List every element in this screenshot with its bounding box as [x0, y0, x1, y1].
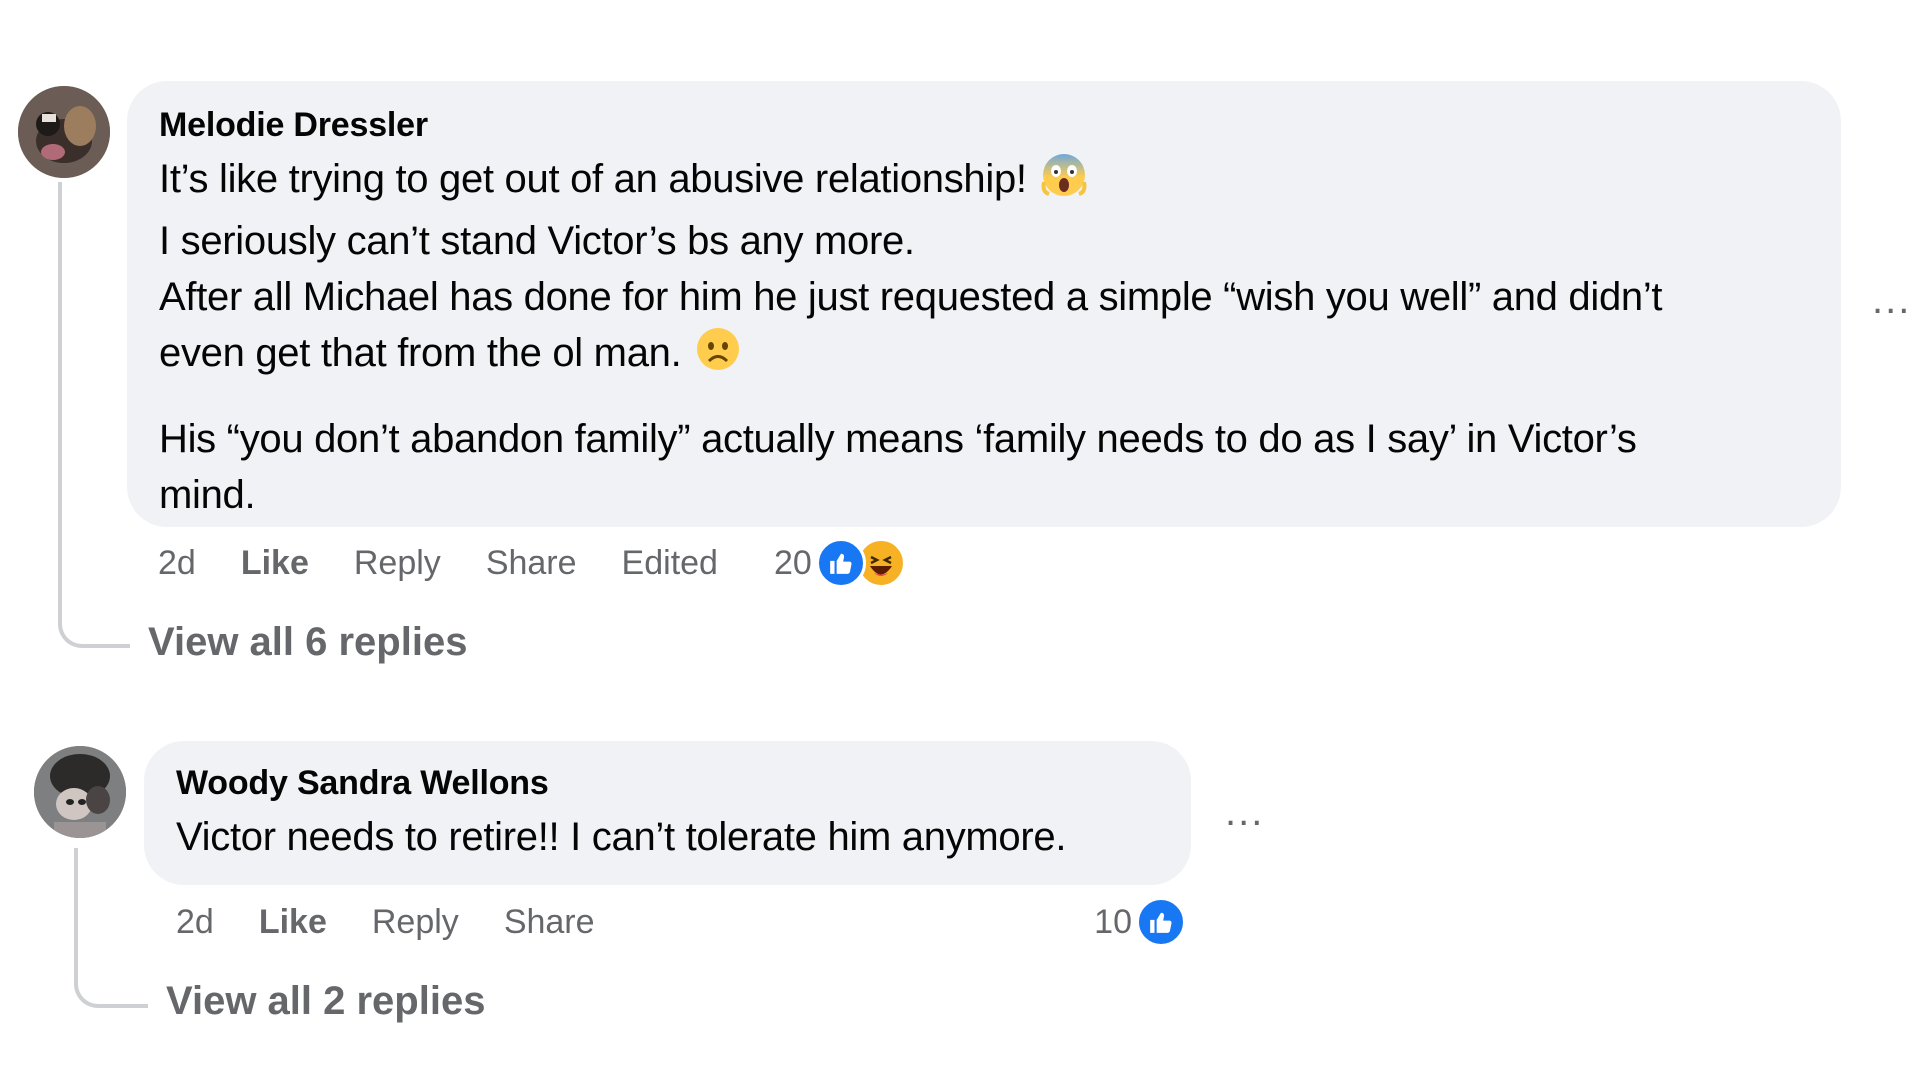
view-replies-link[interactable]: View all 2 replies [166, 976, 485, 1026]
comment-text-line: I seriously can’t stand Victor’s bs any … [159, 219, 915, 263]
edited-label: Edited [621, 543, 718, 582]
reaction-count: 20 [773, 543, 812, 582]
frowning-face-emoji-icon [695, 326, 741, 387]
like-reaction-icon [1136, 897, 1186, 947]
reply-button[interactable]: Reply [372, 903, 459, 942]
avatar-photo [18, 86, 110, 178]
like-button[interactable]: Like [241, 544, 309, 583]
like-button[interactable]: Like [259, 903, 327, 942]
comment-actions: 2d Like Reply Share 10 [176, 892, 1186, 952]
comment-bubble: Woody Sandra Wellons Victor needs to ret… [144, 741, 1191, 885]
comment-text-line: mind. [159, 473, 256, 517]
avatar[interactable] [34, 746, 126, 838]
timestamp[interactable]: 2d [176, 903, 214, 942]
comment-text-line: His “you don’t abandon family” actually … [159, 417, 1637, 461]
comment-text-line: even get that from the ol man. [159, 325, 1809, 387]
reactions-summary[interactable]: 10 [1094, 897, 1186, 947]
thread-connector-line [74, 848, 148, 1008]
comment-text-line: After all Michael has done for him he ju… [159, 275, 1663, 319]
comment-author[interactable]: Woody Sandra Wellons [176, 761, 1159, 805]
reaction-count: 10 [1094, 902, 1132, 941]
avatar-photo [34, 746, 126, 838]
share-button[interactable]: Share [504, 903, 595, 942]
timestamp[interactable]: 2d [158, 544, 196, 583]
screaming-face-emoji-icon [1041, 152, 1087, 213]
comment-text-line: It’s like trying to get out of an abusiv… [159, 151, 1809, 213]
more-options-button[interactable]: ... [1872, 280, 1911, 320]
thread-connector-line [58, 182, 130, 648]
comment-text-line: Victor needs to retire!! I can’t tolerat… [176, 815, 1067, 859]
comment-bubble: Melodie Dressler It’s like trying to get… [127, 81, 1841, 527]
view-replies-link[interactable]: View all 6 replies [148, 617, 467, 667]
share-button[interactable]: Share [486, 544, 577, 583]
comment-author[interactable]: Melodie Dressler [159, 103, 1809, 147]
more-options-button[interactable]: ... [1225, 792, 1264, 832]
comment-actions: 2d Like Reply Share Edited 20 [158, 533, 906, 593]
reactions-summary[interactable]: 20 [774, 538, 906, 588]
avatar[interactable] [18, 86, 110, 178]
like-reaction-icon [815, 538, 866, 588]
reply-button[interactable]: Reply [354, 544, 441, 583]
